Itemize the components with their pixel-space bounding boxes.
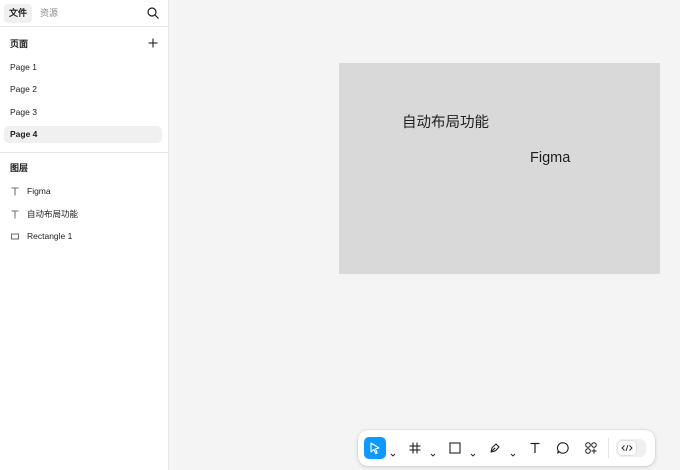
layer-label: 自动布局功能 (27, 209, 79, 219)
sidebar-divider (0, 152, 168, 153)
plus-icon (148, 38, 158, 48)
rectangle-layer-icon (10, 231, 20, 242)
layer-item-auto-layout-text[interactable]: 自动布局功能 (4, 206, 162, 223)
frame-tool-button[interactable] (404, 437, 426, 459)
pointer-icon (370, 442, 380, 455)
code-icon (618, 441, 636, 455)
chevron-down-icon[interactable] (510, 445, 516, 457)
toolbar-divider (608, 438, 609, 458)
left-sidebar: 文件 资源 页面 Page 1 Page 2 Page 3 Page 4 图层 … (0, 0, 169, 470)
layer-label: Figma (27, 186, 51, 196)
rectangle-tool-button[interactable] (444, 437, 466, 459)
move-tool-button[interactable] (364, 437, 386, 459)
pen-icon (490, 443, 500, 453)
hash-frame-icon (409, 442, 421, 454)
page-item-page-2[interactable]: Page 2 (4, 81, 162, 98)
layers-section-title: 图层 (10, 163, 29, 173)
text-tool-button[interactable] (524, 437, 546, 459)
add-page-button[interactable] (147, 36, 159, 48)
layer-item-figma[interactable]: Figma (4, 183, 162, 200)
tab-assets[interactable]: 资源 (35, 4, 63, 23)
page-item-page-4[interactable]: Page 4 (4, 126, 162, 143)
tab-file[interactable]: 文件 (4, 4, 33, 23)
pen-tool-button[interactable] (484, 437, 506, 459)
canvas-frame-rectangle[interactable]: 自动布局功能 Figma (339, 63, 660, 274)
square-icon (449, 442, 461, 454)
canvas-text-auto-layout[interactable]: 自动布局功能 (402, 111, 489, 132)
layer-label: Rectangle 1 (27, 231, 73, 241)
pages-section-title: 页面 (10, 39, 29, 49)
text-layer-icon (10, 186, 20, 197)
page-item-page-1[interactable]: Page 1 (4, 59, 162, 76)
comment-tool-button[interactable] (552, 437, 574, 459)
shapes-plus-icon (585, 442, 597, 454)
bottom-toolbar (358, 430, 655, 466)
chevron-down-icon[interactable] (390, 445, 396, 457)
text-icon (530, 442, 540, 453)
layer-item-rectangle-1[interactable]: Rectangle 1 (4, 228, 162, 245)
resources-tool-button[interactable] (580, 437, 602, 459)
chevron-down-icon[interactable] (470, 445, 476, 457)
page-item-page-3[interactable]: Page 3 (4, 104, 162, 121)
comment-icon (557, 442, 569, 454)
chevron-down-icon[interactable] (430, 445, 436, 457)
search-icon[interactable] (146, 6, 160, 20)
sidebar-tabs: 文件 资源 (0, 0, 168, 27)
text-layer-icon (10, 209, 20, 220)
dev-mode-toggle[interactable] (616, 439, 646, 457)
canvas-text-figma[interactable]: Figma (530, 150, 570, 166)
